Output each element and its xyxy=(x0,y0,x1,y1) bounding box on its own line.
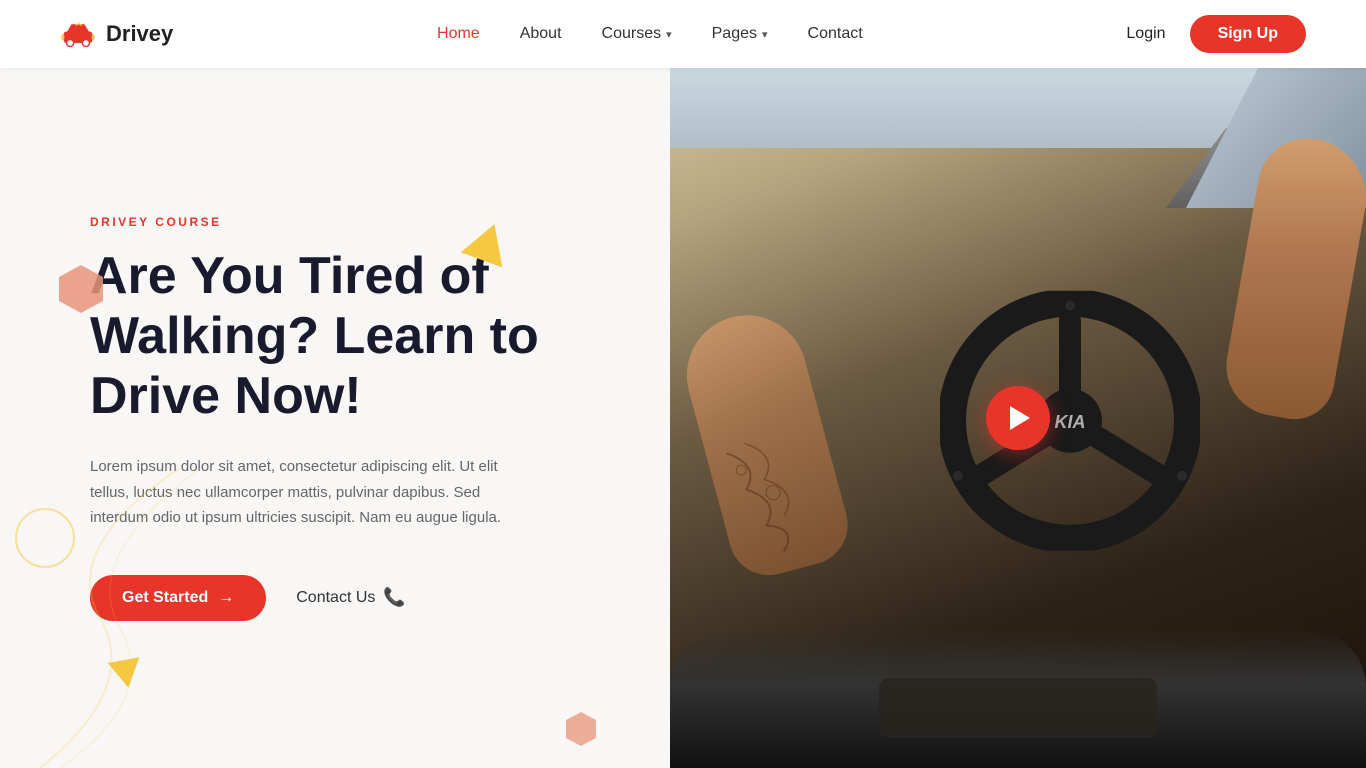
nav-item-courses[interactable]: Courses ▾ xyxy=(602,25,672,43)
nav-actions: Login Sign Up xyxy=(1126,15,1306,53)
hero-right-panel: KIA xyxy=(670,68,1366,768)
hero-image: KIA xyxy=(670,68,1366,768)
play-button[interactable] xyxy=(986,386,1050,450)
nav-link-courses[interactable]: Courses xyxy=(602,25,662,43)
logo[interactable]: Drivey xyxy=(60,21,173,47)
circle-decoration xyxy=(15,508,75,568)
nav-dropdown-courses[interactable]: Courses ▾ xyxy=(602,25,672,43)
contact-us-button[interactable]: Contact Us 📞 xyxy=(296,587,406,608)
nav-link-about[interactable]: About xyxy=(520,25,562,42)
gauge-cluster xyxy=(879,678,1157,738)
steering-wheel: KIA xyxy=(940,291,1200,556)
login-button[interactable]: Login xyxy=(1126,25,1165,43)
brand-name: Drivey xyxy=(106,21,173,47)
nav-links: Home About Courses ▾ Pages ▾ Contact xyxy=(437,25,863,43)
chevron-down-icon-pages: ▾ xyxy=(762,28,768,41)
chevron-down-icon: ▾ xyxy=(666,28,672,41)
nav-item-pages[interactable]: Pages ▾ xyxy=(712,25,768,43)
hand-left xyxy=(673,302,856,584)
hero-left-panel: DRIVEY COURSE Are You Tired of Walking? … xyxy=(0,68,670,768)
hexagon-decoration xyxy=(55,263,107,315)
nav-link-pages[interactable]: Pages xyxy=(712,25,757,43)
phone-icon: 📞 xyxy=(383,587,405,608)
dashboard xyxy=(670,628,1366,768)
hexagon-decoration-bottom xyxy=(562,710,600,748)
hero-section: DRIVEY COURSE Are You Tired of Walking? … xyxy=(0,68,1366,768)
car-icon xyxy=(60,21,96,47)
tattoo-decoration xyxy=(714,426,822,563)
navbar: Drivey Home About Courses ▾ Pages ▾ Cont… xyxy=(0,0,1366,68)
nav-link-home[interactable]: Home xyxy=(437,25,480,42)
signup-button[interactable]: Sign Up xyxy=(1190,15,1306,53)
hero-tag: DRIVEY COURSE xyxy=(90,215,600,229)
svg-text:KIA: KIA xyxy=(1055,412,1086,432)
nav-item-home[interactable]: Home xyxy=(437,25,480,43)
hero-title: Are You Tired of Walking? Learn to Drive… xyxy=(90,247,600,426)
arrow-right-icon: → xyxy=(218,589,234,607)
nav-item-contact[interactable]: Contact xyxy=(808,25,863,43)
nav-link-contact[interactable]: Contact xyxy=(808,25,863,42)
nav-dropdown-pages[interactable]: Pages ▾ xyxy=(712,25,768,43)
play-icon xyxy=(1010,406,1030,430)
nav-item-about[interactable]: About xyxy=(520,25,562,43)
